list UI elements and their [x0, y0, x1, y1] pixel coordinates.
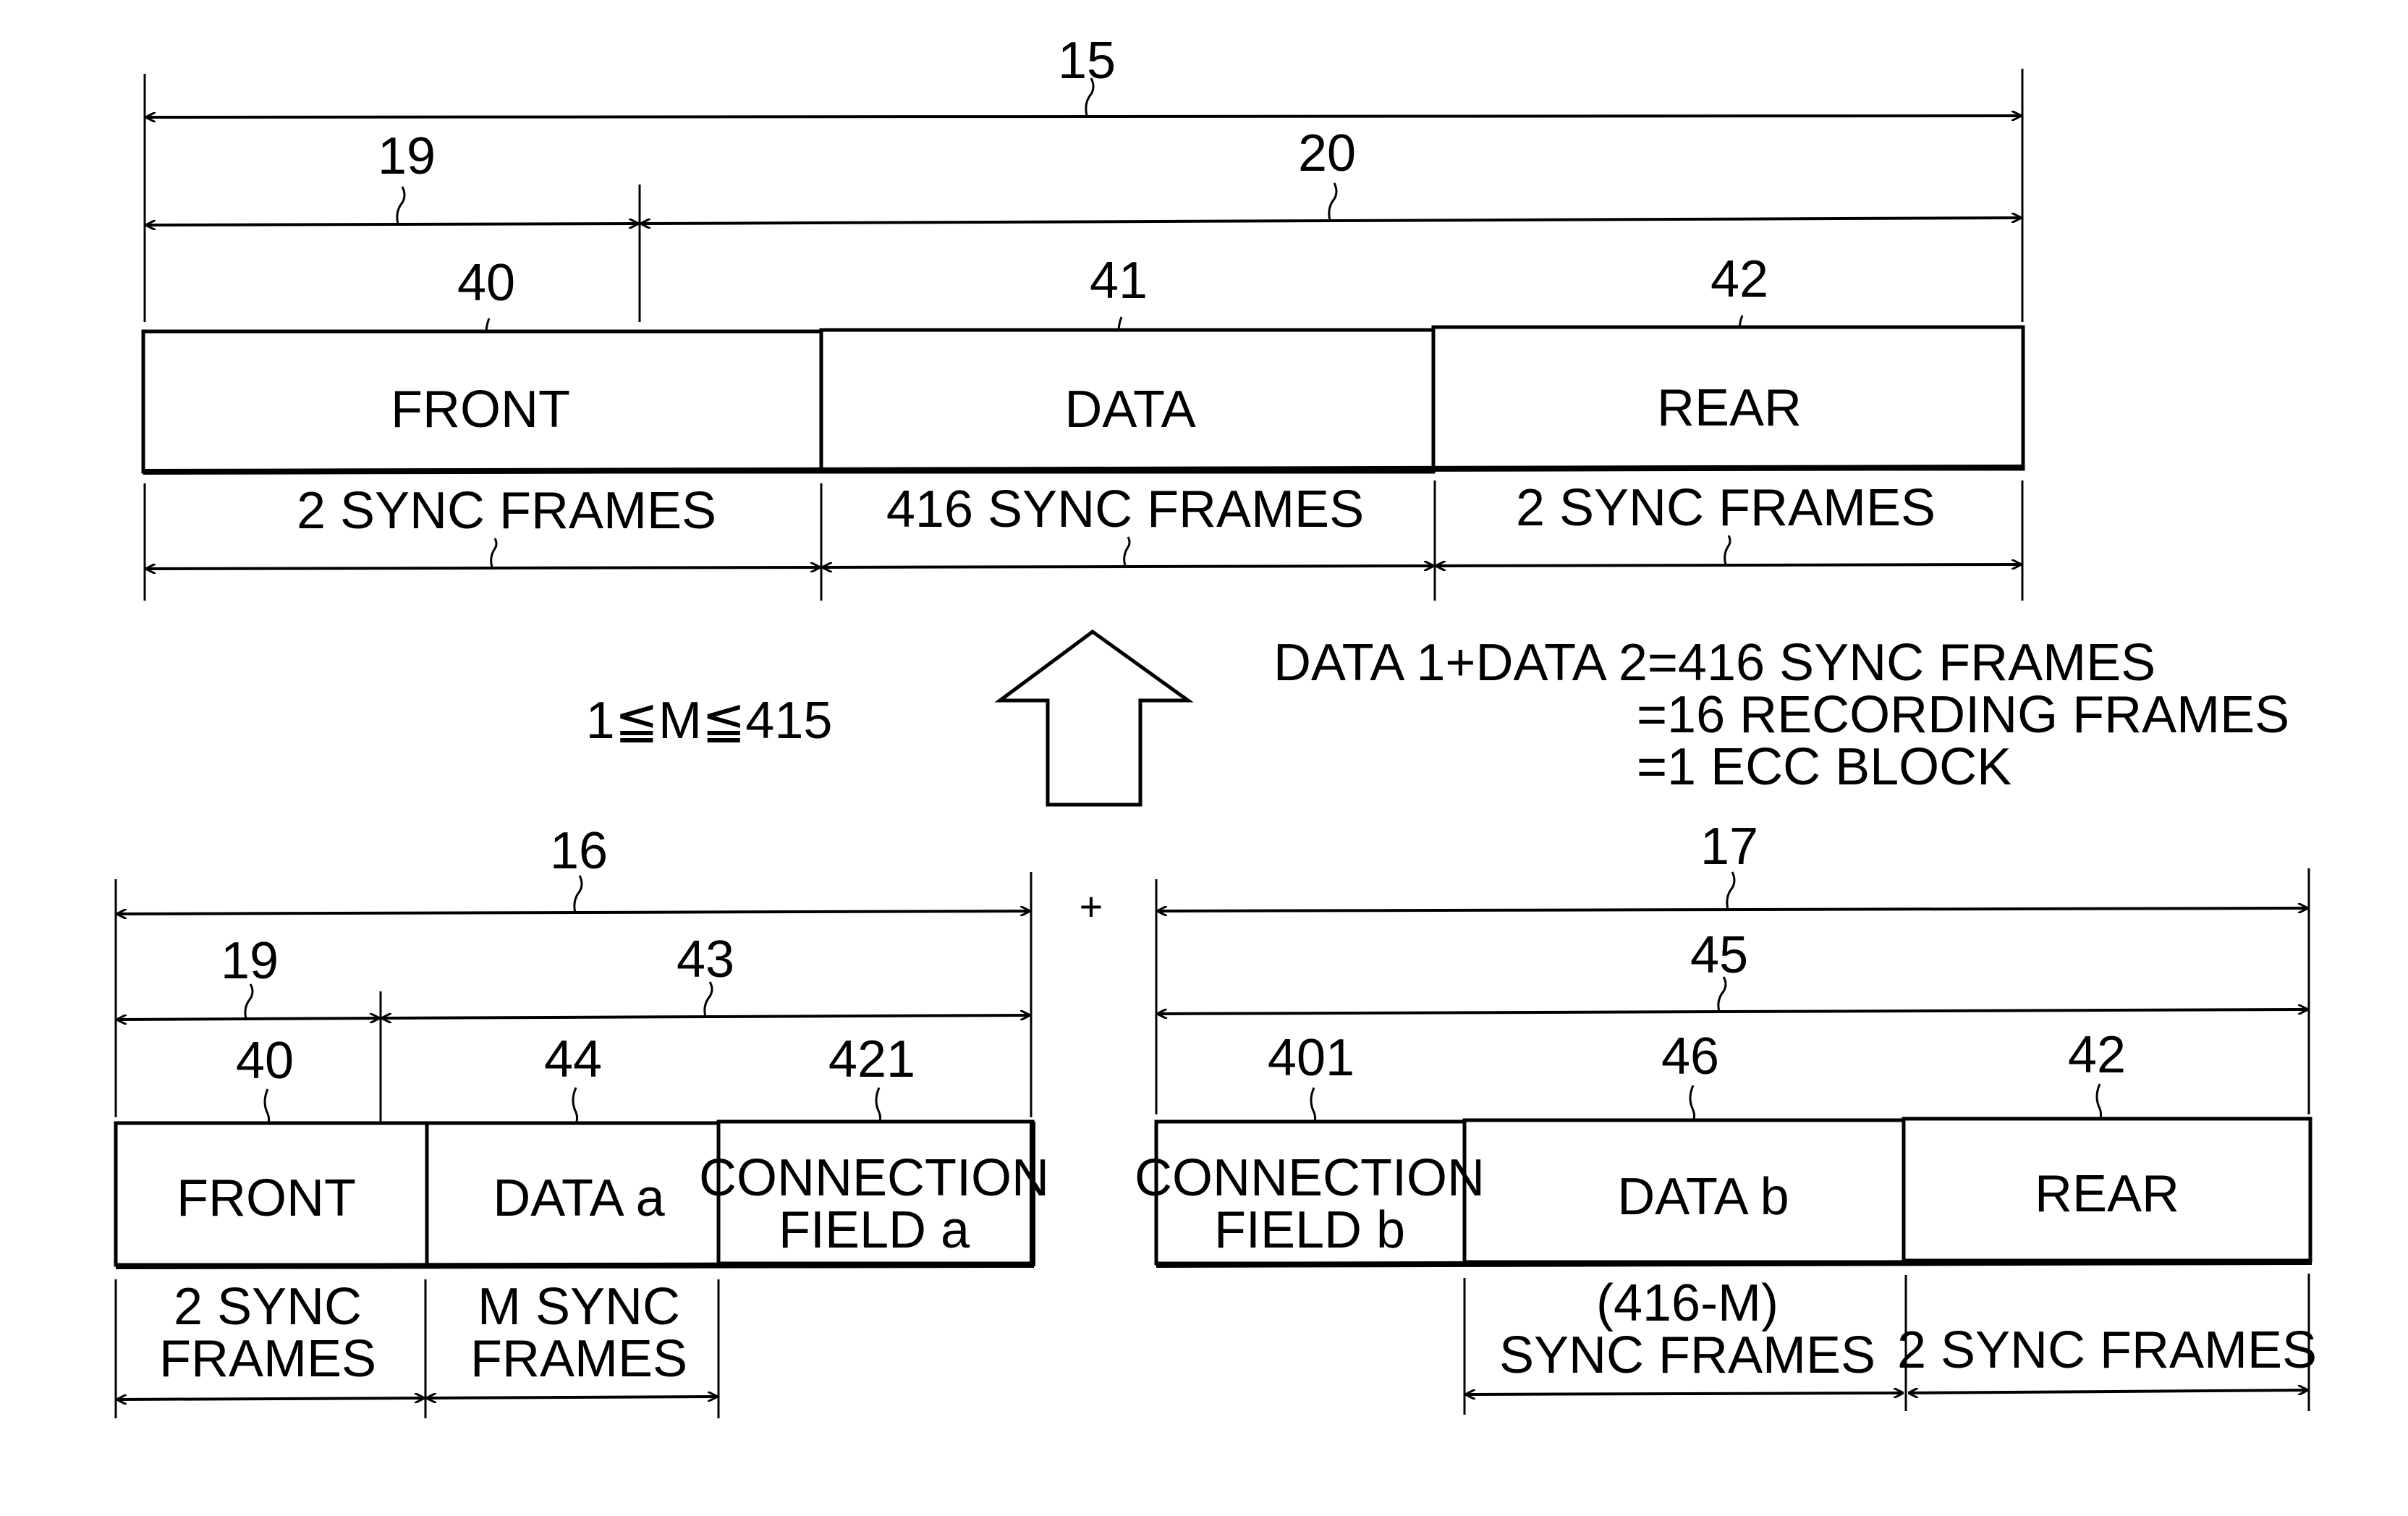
- ref-41: 41: [1090, 252, 1148, 310]
- leader-line: [1726, 871, 1736, 910]
- ref-44: 44: [544, 1030, 602, 1088]
- size-data-b-line2: SYNC FRAMES: [1499, 1326, 1875, 1384]
- equation-line-2: =16 RECORDING FRAMES: [1637, 686, 2289, 744]
- dimension-arrow-19: [117, 1018, 379, 1020]
- cell-label-connection-field-a-line1: CONNECTION: [699, 1149, 1049, 1207]
- dimension-arrow-19: [146, 224, 638, 225]
- cell-label-connection-field-b-line1: CONNECTION: [1135, 1149, 1485, 1207]
- cell-label-rear: REAR: [2035, 1165, 2179, 1223]
- cell-label-rear: REAR: [1657, 379, 1802, 437]
- size-arrow-data-b: [1466, 1393, 1903, 1394]
- cell-label-data-b: DATA b: [1617, 1168, 1789, 1226]
- leader-line: [573, 875, 583, 914]
- ref-40: 40: [457, 254, 515, 312]
- size-front-line2: FRAMES: [159, 1330, 376, 1388]
- size-arrow-rear: [1909, 1390, 2307, 1393]
- ref-46: 46: [1661, 1028, 1719, 1085]
- size-rear: 2 SYNC FRAMES: [1516, 479, 1936, 537]
- cell-label-front: FRONT: [391, 381, 570, 439]
- size-data-a-line2: FRAMES: [470, 1330, 687, 1388]
- dimension-arrow-16: [117, 911, 1030, 914]
- ref-15: 15: [1058, 32, 1116, 90]
- ref-45: 45: [1690, 926, 1748, 984]
- sync-frame-diagram: 15 19 20 40 41 42 FRONT DATA REAR 2 SYNC…: [114, 32, 2317, 1418]
- ref-19: 19: [378, 127, 436, 185]
- size-data-a-line1: M SYNC: [478, 1278, 680, 1336]
- size-front-line1: 2 SYNC: [174, 1278, 362, 1336]
- size-front: 2 SYNC FRAMES: [297, 482, 716, 540]
- ref-42: 42: [2068, 1026, 2126, 1084]
- dimension-arrow-15: [146, 116, 2021, 117]
- top-block: 15 19 20 40 41 42 FRONT DATA REAR 2 SYNC…: [141, 32, 2025, 601]
- ref-401: 401: [1268, 1029, 1354, 1087]
- up-arrow-icon: [994, 629, 1194, 807]
- cell-label-data: DATA: [1064, 381, 1195, 439]
- ref-17: 17: [1700, 818, 1758, 876]
- cell-label-connection-field-a-line2: FIELD a: [779, 1201, 970, 1259]
- equation-line-3: =1 ECC BLOCK: [1637, 738, 2011, 796]
- size-data: 416 SYNC FRAMES: [886, 480, 1364, 538]
- size-arrow-front: [117, 1398, 424, 1399]
- size-rear: 2 SYNC FRAMES: [1897, 1321, 2317, 1379]
- ref-40: 40: [236, 1032, 294, 1090]
- dimension-arrow-17: [1158, 908, 2307, 911]
- box-bottom-edge: [115, 1262, 1035, 1269]
- dimension-arrow-45: [1158, 1009, 2307, 1014]
- leader-line: [490, 538, 498, 568]
- bottom-left-block: 16 19 43 40 44 421 FRONT DATA a CONNECTI…: [114, 822, 1049, 1418]
- equation-line-1: DATA 1+DATA 2=416 SYNC FRAMES: [1273, 634, 2155, 692]
- cell-label-connection-field-b-line2: FIELD b: [1214, 1201, 1405, 1259]
- bottom-right-block: 17 45 401 46 42 CONNECTION FIELD b DATA …: [1135, 818, 2317, 1415]
- ref-20: 20: [1298, 124, 1356, 182]
- size-arrow-data: [823, 566, 1433, 567]
- leader-line: [1724, 535, 1731, 565]
- ref-16: 16: [550, 822, 608, 880]
- leader-line: [396, 186, 406, 225]
- leader-line: [1328, 182, 1338, 221]
- size-arrow-front: [146, 567, 820, 569]
- ref-19: 19: [221, 932, 279, 990]
- leader-line: [1123, 536, 1131, 567]
- size-data-b-line1: (416-M): [1596, 1274, 1779, 1332]
- middle-section: 1≦M≦415 DATA 1+DATA 2=416 SYNC FRAMES =1…: [586, 629, 2289, 929]
- size-arrow-rear: [1436, 564, 2021, 566]
- m-constraint: 1≦M≦415: [586, 692, 833, 750]
- cell-label-front: FRONT: [177, 1169, 356, 1227]
- ref-421: 421: [828, 1030, 915, 1088]
- ref-43: 43: [677, 931, 734, 988]
- dimension-arrow-20: [641, 218, 2021, 224]
- plus-sign: +: [1080, 884, 1103, 929]
- cell-label-data-a: DATA a: [493, 1169, 665, 1227]
- box-bottom-edge: [1156, 1259, 2312, 1268]
- size-arrow-data-a: [427, 1397, 717, 1398]
- leader-line: [572, 1087, 579, 1127]
- ref-42: 42: [1710, 250, 1768, 308]
